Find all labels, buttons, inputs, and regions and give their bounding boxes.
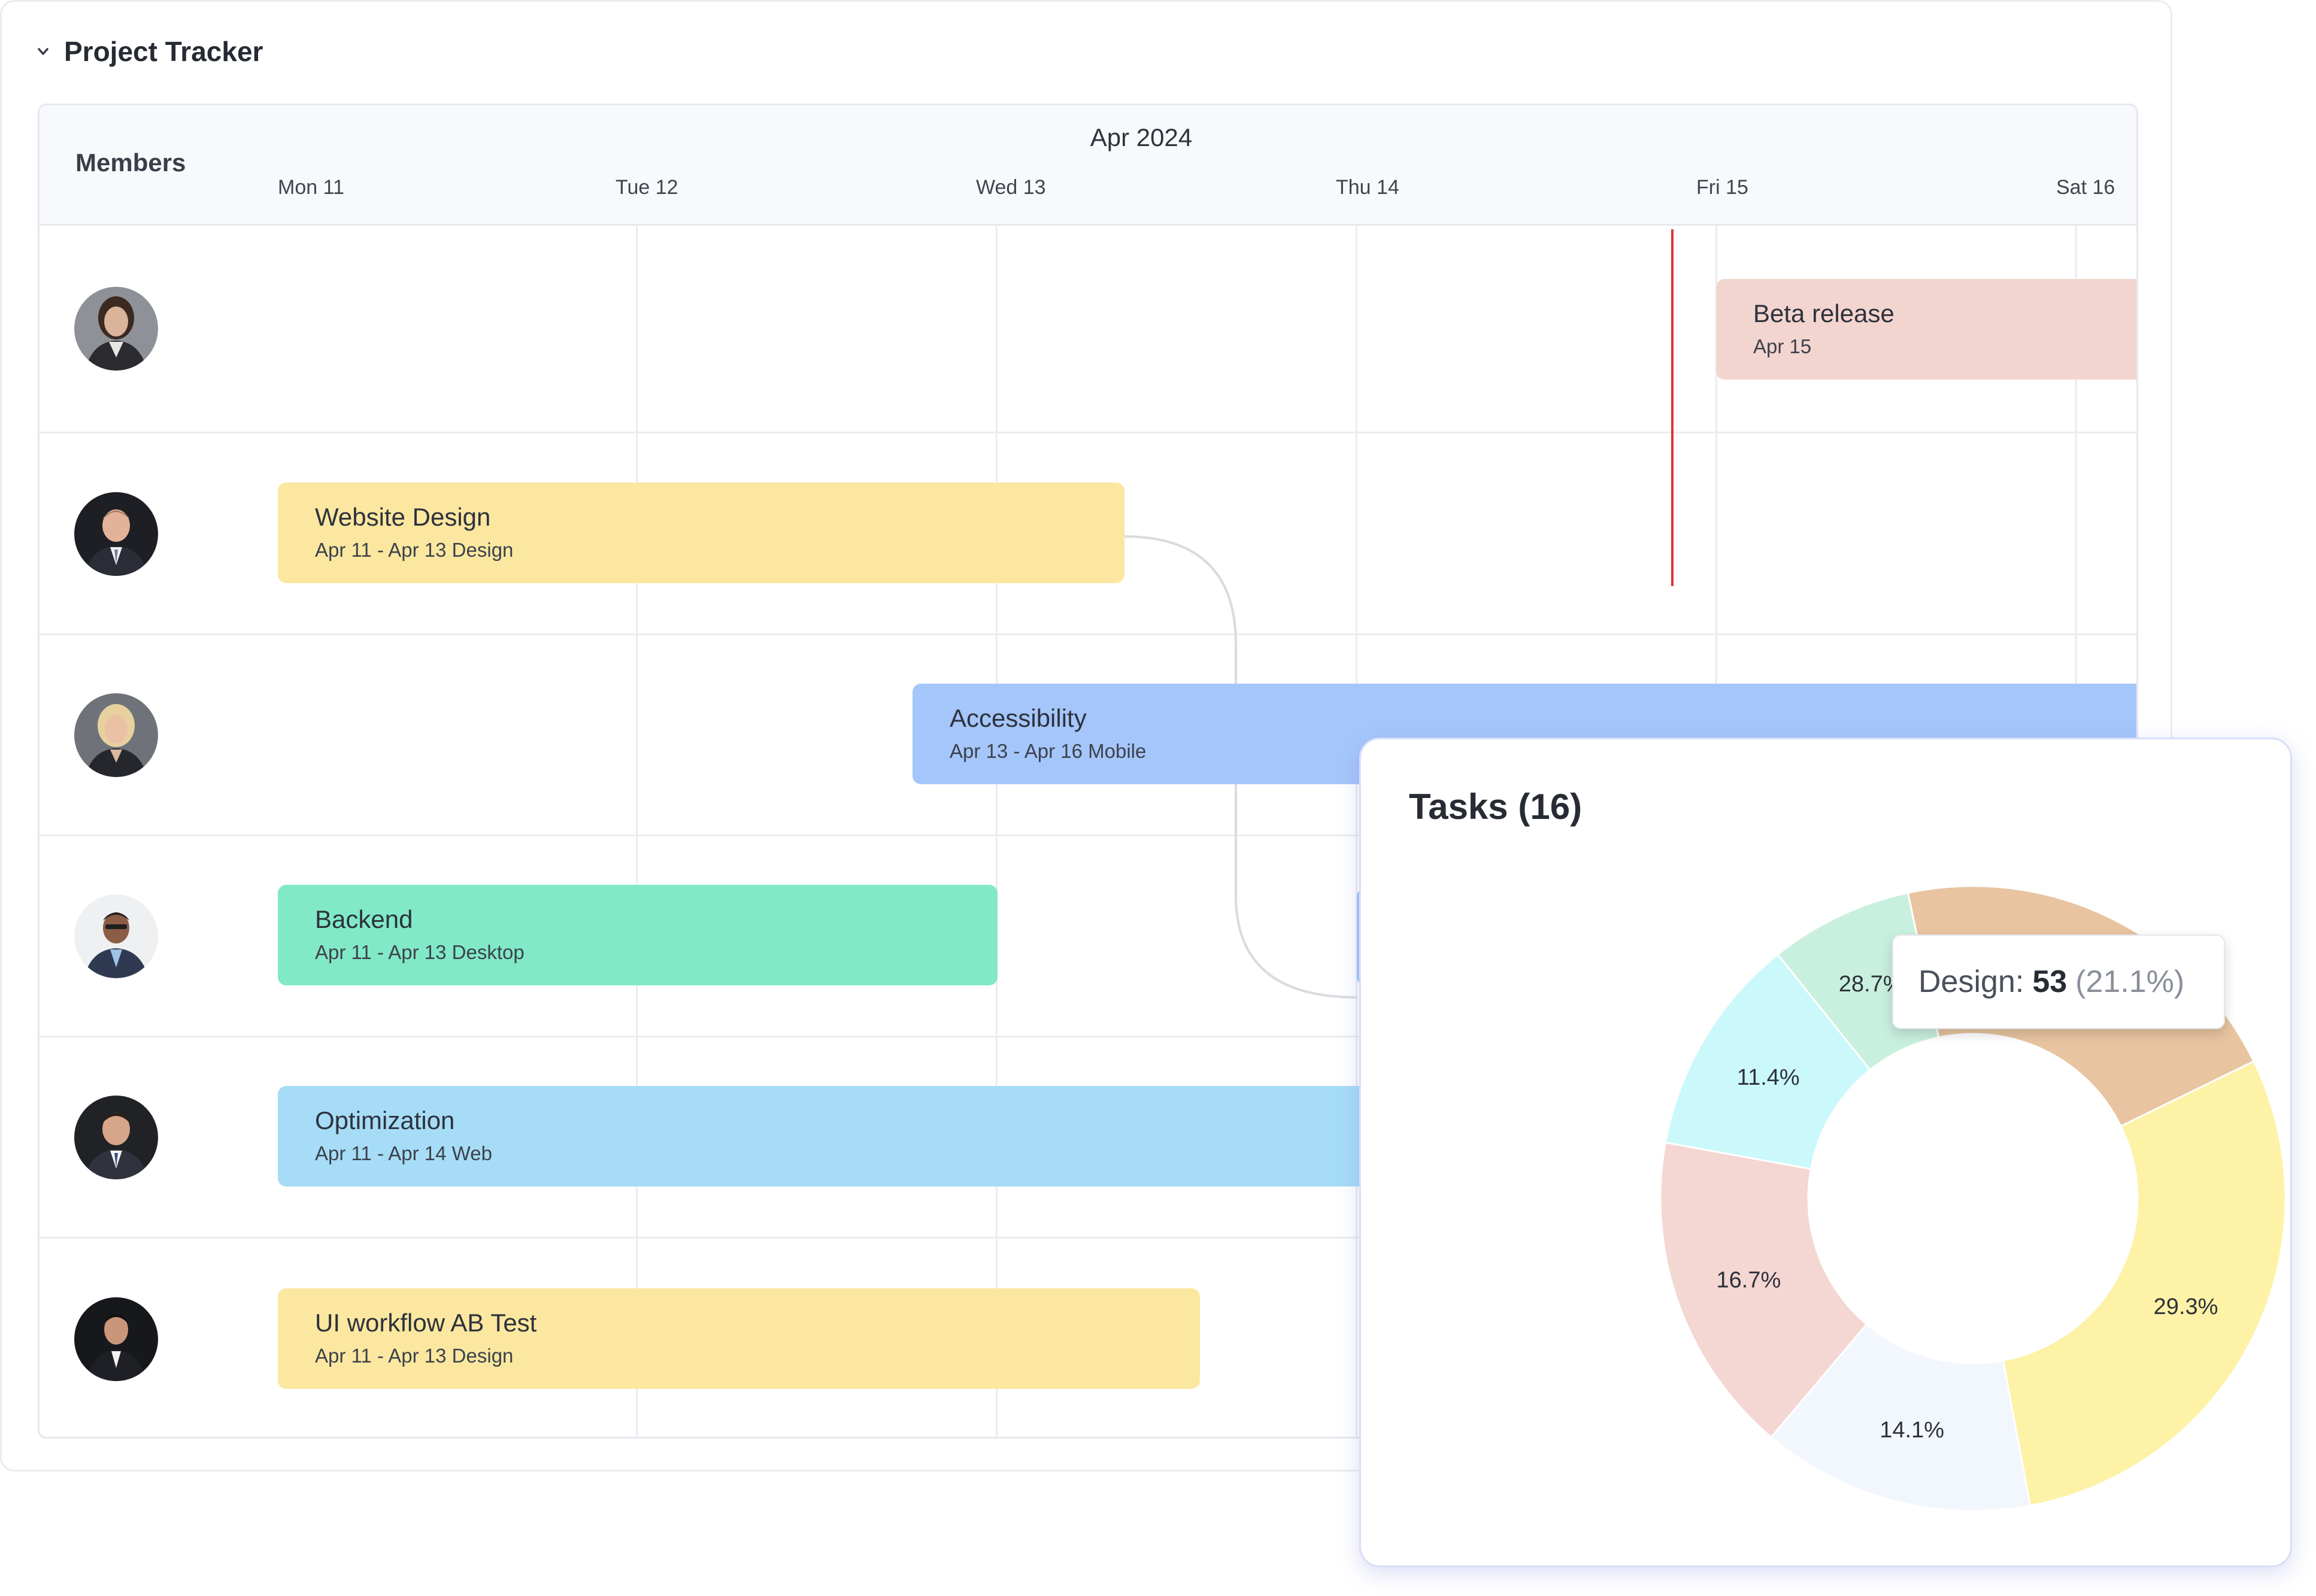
tasks-chart-card: Tasks (16) 21.1%29.3%14.1%16.7%11.4%28.7…: [1359, 738, 2292, 1567]
tooltip-percent: (21.1%): [2075, 964, 2185, 999]
chevron-down-icon[interactable]: [35, 44, 51, 59]
task-subtitle: Apr 15: [1753, 335, 1812, 357]
slice-label: 29.3%: [2154, 1294, 2218, 1319]
task-title: Optimization: [315, 1106, 455, 1134]
slice-label: 14.1%: [1880, 1418, 1944, 1443]
slice-label: 11.4%: [1737, 1065, 1800, 1090]
task-title: Backend: [315, 905, 413, 933]
chart-tooltip: Design: 53 (21.1%): [1892, 934, 2225, 1029]
task-subtitle: Apr 11 - Apr 13 Design: [315, 1345, 514, 1367]
task-subtitle: Apr 11 - Apr 13 Desktop: [315, 941, 525, 963]
task-title: Beta release: [1753, 299, 1894, 327]
tooltip-value: 53: [2032, 964, 2068, 999]
task-title: Accessibility: [950, 704, 1087, 732]
task-bar-optimization[interactable]: Optimization Apr 11 - Apr 14 Web: [278, 1086, 1403, 1187]
task-subtitle: Apr 11 - Apr 13 Design: [315, 539, 514, 561]
task-bar-website-design[interactable]: Website Design Apr 11 - Apr 13 Design: [278, 483, 1124, 583]
tracker-header[interactable]: Project Tracker: [35, 35, 263, 68]
task-bar-ui-workflow-ab-test[interactable]: UI workflow AB Test Apr 11 - Apr 13 Desi…: [278, 1288, 1200, 1389]
tracker-title: Project Tracker: [64, 36, 263, 67]
slice-label: 16.7%: [1717, 1267, 1781, 1292]
tooltip-label: Design:: [1918, 964, 2024, 999]
task-subtitle: Apr 11 - Apr 14 Web: [315, 1142, 492, 1164]
donut-chart: 21.1%29.3%14.1%16.7%11.4%28.7%: [1659, 885, 2287, 1512]
donut-slice[interactable]: [2002, 1060, 2287, 1507]
today-marker-line: [1671, 229, 1674, 586]
task-bar-backend[interactable]: Backend Apr 11 - Apr 13 Desktop: [278, 885, 998, 985]
task-bar-beta-release[interactable]: Beta release Apr 15: [1716, 279, 2136, 380]
task-title: UI workflow AB Test: [315, 1309, 537, 1337]
task-title: Website Design: [315, 503, 491, 531]
